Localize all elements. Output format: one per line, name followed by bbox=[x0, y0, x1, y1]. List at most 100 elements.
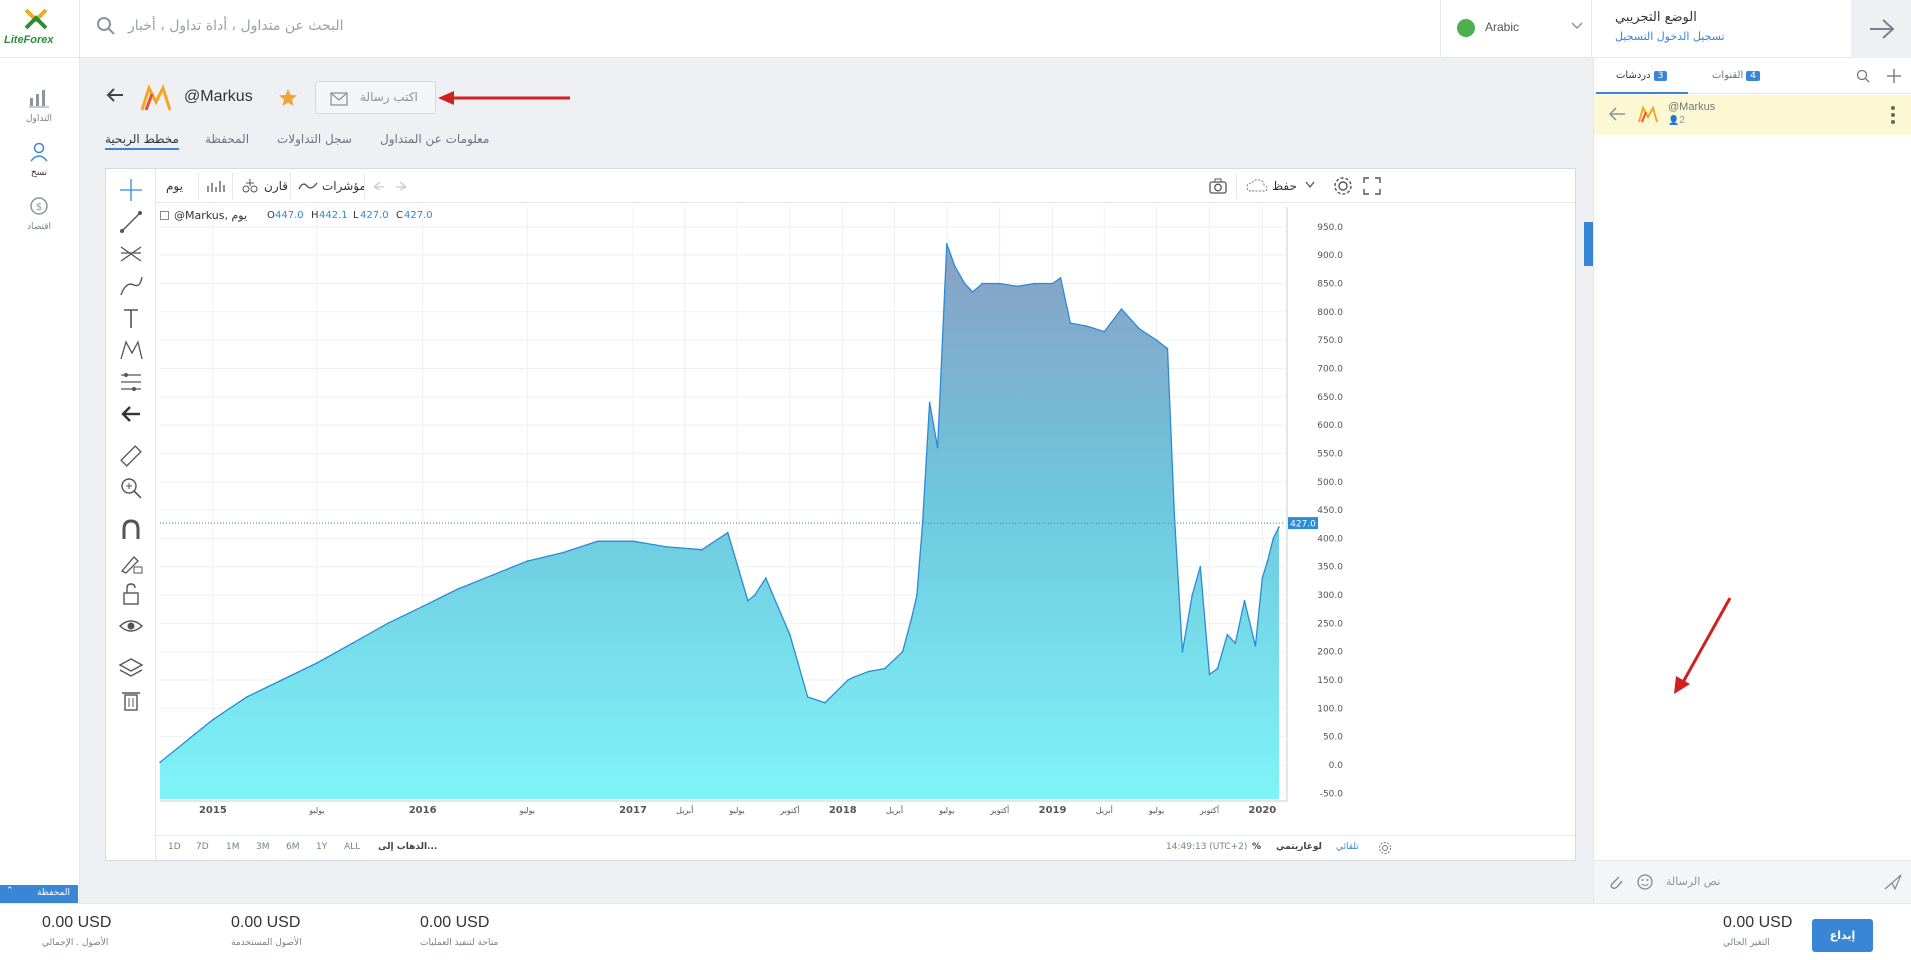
gear-icon[interactable] bbox=[1378, 841, 1392, 855]
plus-icon[interactable] bbox=[1886, 68, 1902, 84]
magnet-icon[interactable] bbox=[118, 517, 144, 543]
nav-item-trading[interactable]: التداول bbox=[0, 88, 78, 124]
back-arrow-icon[interactable] bbox=[1608, 107, 1626, 121]
arrow-left-icon[interactable] bbox=[118, 401, 144, 427]
eye-icon[interactable] bbox=[118, 613, 144, 639]
star-icon[interactable] bbox=[278, 88, 298, 108]
data-point bbox=[867, 670, 870, 673]
x-tick-label: أبريل bbox=[886, 805, 903, 815]
tab-trader-info[interactable]: معلومات عن المتداول bbox=[380, 132, 489, 146]
cloud-icon[interactable] bbox=[1246, 179, 1268, 193]
prediction-icon[interactable] bbox=[118, 369, 144, 395]
range-1y[interactable]: 1Y bbox=[316, 842, 327, 852]
layers-icon[interactable] bbox=[118, 655, 144, 681]
profitability-chart[interactable]: 950.0 900.0 850.0 800.0 750.0 700.0 650.0 600.0… bbox=[156, 203, 1575, 835]
interval-button[interactable]: يوم bbox=[166, 179, 183, 193]
legend-open-value: 447.0 bbox=[275, 210, 304, 221]
compare-button[interactable]: قارن bbox=[264, 179, 288, 193]
range-3m[interactable]: 3M bbox=[256, 842, 270, 852]
range-7d[interactable]: 7D bbox=[196, 842, 209, 852]
nav-item-copy[interactable]: نسخ bbox=[0, 142, 78, 178]
y-tick-label: 200.0 bbox=[1317, 648, 1343, 658]
range-6m[interactable]: 6M bbox=[286, 842, 300, 852]
back-arrow-icon[interactable] bbox=[106, 88, 124, 102]
search-input[interactable]: البحث عن متداول ، أداة تداول ، أخبار bbox=[128, 18, 368, 34]
ruler-icon[interactable] bbox=[118, 443, 144, 469]
chat-list-item[interactable]: @Markus 👤2 bbox=[1594, 95, 1911, 135]
y-tick-label: 950.0 bbox=[1317, 223, 1343, 233]
settings-gear-icon[interactable] bbox=[1332, 176, 1354, 196]
data-point bbox=[1103, 330, 1106, 333]
trash-icon[interactable] bbox=[118, 687, 144, 713]
percent-toggle[interactable]: % bbox=[1252, 842, 1261, 852]
dollar-circle-icon: $ bbox=[30, 197, 48, 215]
language-select[interactable]: Arabic bbox=[1440, 0, 1592, 58]
portfolio-toggle[interactable]: ⌃ المحفظة bbox=[0, 885, 78, 903]
chevron-down-icon[interactable] bbox=[1305, 181, 1315, 189]
data-point bbox=[910, 616, 913, 619]
tab-trade-history[interactable]: سجل التداولات bbox=[277, 132, 352, 146]
separator bbox=[290, 173, 291, 199]
chart-plot-area[interactable]: 950.0 900.0 850.0 800.0 750.0 700.0 650.0 600.0… bbox=[156, 203, 1575, 835]
save-button[interactable]: حفظ bbox=[1272, 179, 1297, 193]
undo-redo-icon[interactable] bbox=[370, 179, 410, 193]
x-tick-label: أبريل bbox=[676, 805, 693, 815]
data-point bbox=[1138, 328, 1141, 330]
emoji-icon[interactable] bbox=[1636, 873, 1654, 891]
side-scroll-handle[interactable] bbox=[1584, 222, 1593, 266]
tab-chats[interactable]: دردشات 3 bbox=[1616, 70, 1668, 81]
crosshair-icon[interactable] bbox=[118, 177, 144, 203]
range-all[interactable]: ALL bbox=[344, 842, 360, 852]
compare-icon[interactable] bbox=[240, 177, 260, 195]
logo[interactable]: LiteForex bbox=[0, 0, 80, 58]
data-point bbox=[632, 540, 634, 542]
log-toggle[interactable]: لوغاريتمي bbox=[1276, 842, 1322, 852]
camera-icon[interactable] bbox=[1208, 177, 1228, 195]
legend-close-label: C bbox=[396, 210, 403, 221]
send-icon[interactable] bbox=[1884, 874, 1902, 890]
text-tool-icon[interactable] bbox=[118, 305, 144, 331]
write-message-button[interactable]: اكتب رسالة bbox=[315, 81, 436, 114]
pitchfork-icon[interactable] bbox=[118, 241, 144, 267]
tab-profitability-chart[interactable]: مخطط الربحية bbox=[105, 132, 179, 150]
trend-line-icon[interactable] bbox=[118, 209, 144, 235]
more-vertical-icon[interactable] bbox=[1890, 105, 1896, 125]
nav-item-economy[interactable]: $ اقتصاد bbox=[0, 196, 78, 232]
tab-channels[interactable]: القنوات 4 bbox=[1712, 70, 1760, 81]
auto-toggle[interactable]: تلقائي bbox=[1336, 842, 1359, 852]
data-point bbox=[1016, 285, 1019, 288]
goto-date-button[interactable]: الذهاب إلى... bbox=[378, 842, 437, 852]
trader-avatar bbox=[140, 84, 172, 111]
collapse-legend-icon[interactable] bbox=[160, 211, 169, 220]
paperclip-icon[interactable] bbox=[1608, 873, 1624, 891]
data-point bbox=[1278, 526, 1280, 528]
data-point bbox=[212, 718, 214, 721]
data-point bbox=[777, 605, 779, 608]
range-1m[interactable]: 1M bbox=[226, 842, 240, 852]
search-icon[interactable] bbox=[1856, 69, 1870, 83]
tab-portfolio[interactable]: المحفظة bbox=[205, 132, 249, 146]
chart-top-toolbar: يوم قارن مؤشرات حفظ bbox=[156, 169, 1575, 203]
left-nav: التداول نسخ $ اقتصاد bbox=[0, 58, 80, 903]
data-point bbox=[1191, 594, 1193, 596]
indicators-icon[interactable] bbox=[298, 180, 318, 192]
deposit-button[interactable]: إيداع bbox=[1812, 919, 1873, 952]
brush-icon[interactable] bbox=[118, 273, 144, 299]
message-input[interactable]: نص الرسالة bbox=[1666, 875, 1720, 888]
bars-style-icon[interactable] bbox=[206, 178, 226, 194]
range-1d[interactable]: 1D bbox=[168, 842, 181, 852]
pattern-icon[interactable] bbox=[118, 337, 144, 363]
lock-drawing-icon[interactable] bbox=[118, 549, 144, 575]
fullscreen-icon[interactable] bbox=[1546, 176, 1568, 196]
data-point bbox=[998, 282, 1001, 285]
unlock-icon[interactable] bbox=[118, 581, 144, 607]
indicators-button[interactable]: مؤشرات bbox=[322, 179, 366, 193]
search-icon[interactable] bbox=[96, 16, 116, 36]
zoom-in-icon[interactable] bbox=[118, 475, 144, 501]
login-register-link[interactable]: تسجيل الدخول التسجيل bbox=[1615, 30, 1725, 43]
data-point bbox=[316, 662, 318, 664]
data-point bbox=[597, 540, 599, 542]
data-point bbox=[1254, 645, 1257, 647]
logout-button[interactable] bbox=[1851, 0, 1911, 58]
expand-icon[interactable] bbox=[1362, 176, 1382, 196]
